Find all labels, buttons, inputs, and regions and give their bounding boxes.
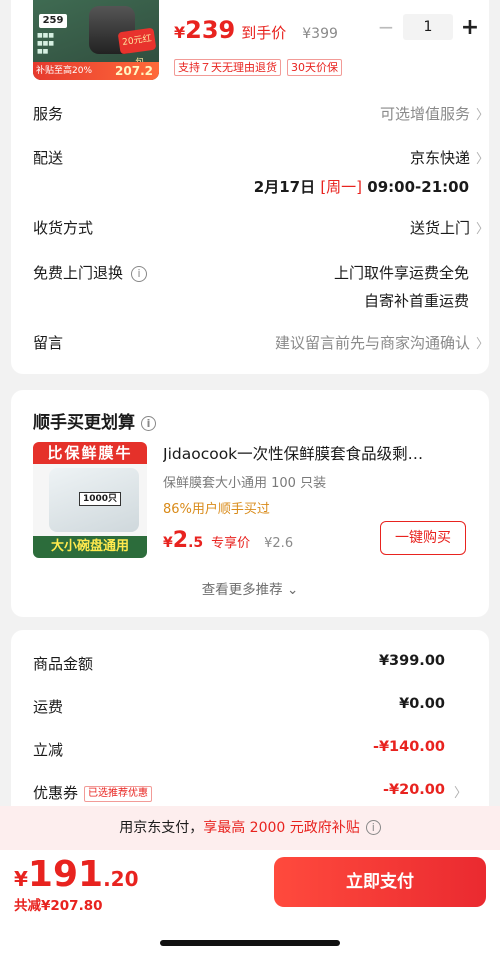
service-value: 可选增值服务〉 xyxy=(379,105,489,123)
chevron-right-icon: 〉 xyxy=(453,786,467,801)
increase-button[interactable]: + xyxy=(459,15,481,40)
rec-img-bottom-text: 大小碗盘通用 xyxy=(33,536,147,558)
info-icon[interactable]: i xyxy=(131,266,148,282)
thumb-red-tag: 20元红包 xyxy=(117,27,157,68)
rec-price-dec: .5 xyxy=(188,535,204,551)
checkout-bar: ¥ 191 .20 共减¥207.80 立即支付 xyxy=(0,850,500,958)
chevron-right-icon: 〉 xyxy=(475,337,489,352)
final-price: 239 xyxy=(185,16,236,44)
shipping-label: 运费 xyxy=(33,698,64,716)
rec-currency: ¥ xyxy=(163,535,173,551)
chevron-right-icon: 〉 xyxy=(475,108,489,123)
discount-row: 立减 -¥140.00 xyxy=(33,739,445,760)
chevron-right-icon: 〉 xyxy=(475,152,489,167)
price-currency: ¥ xyxy=(174,23,186,42)
original-price: ¥399 xyxy=(302,26,338,42)
goods-amount-row: 商品金额 ¥399.00 xyxy=(33,653,445,674)
totals-card: 商品金额 ¥399.00 运费 ¥0.00 立减 -¥140.00 优惠券 已选推… xyxy=(11,630,489,830)
delivery-value: 京东快递〉 2月17日 [周一] 09:00-21:00 xyxy=(253,149,489,196)
banner-highlight: 享最高 2000 元政府补贴 xyxy=(203,820,360,836)
rec-img-top-text: 比保鲜膜牛 xyxy=(33,442,147,464)
goods-amount-value: ¥399.00 xyxy=(378,653,445,669)
coupon-label: 优惠券 xyxy=(33,784,79,802)
recommend-header: 顺手买更划算 i xyxy=(33,408,156,433)
pay-now-button[interactable]: 立即支付 xyxy=(274,857,486,907)
quantity-stepper: − 1 + xyxy=(375,14,481,40)
total-saved: 共减¥207.80 xyxy=(14,898,103,914)
decrease-button[interactable]: − xyxy=(375,15,397,39)
free-return-label: 免费上门退换 i xyxy=(33,262,148,283)
chevron-down-icon: ⌄ xyxy=(286,582,299,598)
order-item-card: 259 ■■■ ■■■ ■■ 20元红包 补贴至高20% 207.2 ¥ 239 到… xyxy=(11,0,489,374)
receive-value: 送货上门〉 xyxy=(409,219,489,237)
recommend-card: 顺手买更划算 i 比保鲜膜牛 1000只 大小碗盘通用 Jidaocook一次性保… xyxy=(11,390,489,617)
rec-img-count: 1000只 xyxy=(79,492,121,506)
recommend-title[interactable]: Jidaocook一次性保鲜膜套食品级剩… xyxy=(163,442,473,464)
total-dec: .20 xyxy=(103,867,139,891)
message-label: 留言 xyxy=(33,334,64,352)
thumb-subsidy-label: 补贴至高20% xyxy=(36,66,93,76)
product-thumbnail[interactable]: 259 ■■■ ■■■ ■■ 20元红包 补贴至高20% 207.2 xyxy=(33,0,159,80)
price-protect-badge: 30天价保 xyxy=(287,59,342,76)
discount-value: -¥140.00 xyxy=(372,739,445,755)
total-currency: ¥ xyxy=(14,867,28,891)
coupon-tag: 已选推荐优惠 xyxy=(84,786,153,802)
rec-price-int: 2 xyxy=(172,528,189,553)
free-return-value: 上门取件享运费全免 自寄补首重运费 xyxy=(333,264,469,310)
service-badges: 支持７天无理由退货 30天价保 xyxy=(174,59,342,76)
final-price-tag: 到手价 xyxy=(241,24,287,42)
info-icon[interactable]: i xyxy=(365,820,381,835)
rec-price-tag: 专享价 xyxy=(211,536,251,551)
see-more-link[interactable]: 查看更多推荐 ⌄ xyxy=(11,578,489,598)
recommend-bought-rate: 86%用户顺手买过 xyxy=(163,502,270,517)
coupon-row[interactable]: 优惠券 已选推荐优惠 -¥20.00 〉 xyxy=(33,782,467,803)
total-price: ¥ 191 .20 xyxy=(14,854,139,895)
total-int: 191 xyxy=(27,854,104,895)
quantity-input[interactable]: 1 xyxy=(403,14,453,40)
banner-prefix: 用京东支付， xyxy=(119,820,204,836)
service-label: 服务 xyxy=(33,105,64,123)
coupon-value: -¥20.00 xyxy=(383,782,445,798)
receive-label: 收货方式 xyxy=(33,219,94,237)
thumb-subsidy-value: 207.2 xyxy=(115,64,153,78)
subsidy-banner[interactable]: 用京东支付，享最高 2000 元政府补贴 i xyxy=(0,806,500,850)
home-indicator[interactable] xyxy=(160,940,340,946)
goods-amount-label: 商品金额 xyxy=(33,655,94,673)
chevron-right-icon: 〉 xyxy=(475,222,489,237)
thumb-decor: ■■■ ■■■ ■■ xyxy=(37,32,55,55)
product-price-row: ¥ 239 到手价 ¥399 xyxy=(174,16,338,44)
message-input[interactable]: 建议留言前先与商家沟通确认〉 xyxy=(275,332,489,353)
return-badge: 支持７天无理由退货 xyxy=(174,59,281,76)
info-icon[interactable]: i xyxy=(141,416,156,431)
thumb-subsidy-strip: 补贴至高20% 207.2 xyxy=(33,62,159,80)
recommend-subtitle: 保鲜膜套大小通用 100 只装 xyxy=(163,476,327,491)
shipping-value: ¥0.00 xyxy=(399,696,445,712)
recommend-product-image[interactable]: 比保鲜膜牛 1000只 大小碗盘通用 xyxy=(33,442,147,558)
rec-original-price: ¥2.6 xyxy=(264,536,294,551)
delivery-date: 2月17日 [周一] 09:00-21:00 xyxy=(253,178,469,196)
one-click-buy-button[interactable]: 一键购买 xyxy=(380,521,466,555)
shipping-row: 运费 ¥0.00 xyxy=(33,696,445,717)
recommend-price: ¥ 2 .5 专享价 ¥2.6 xyxy=(163,528,293,553)
thumb-badge: 259 xyxy=(39,14,67,28)
delivery-label: 配送 xyxy=(33,149,64,167)
discount-label: 立减 xyxy=(33,741,64,759)
